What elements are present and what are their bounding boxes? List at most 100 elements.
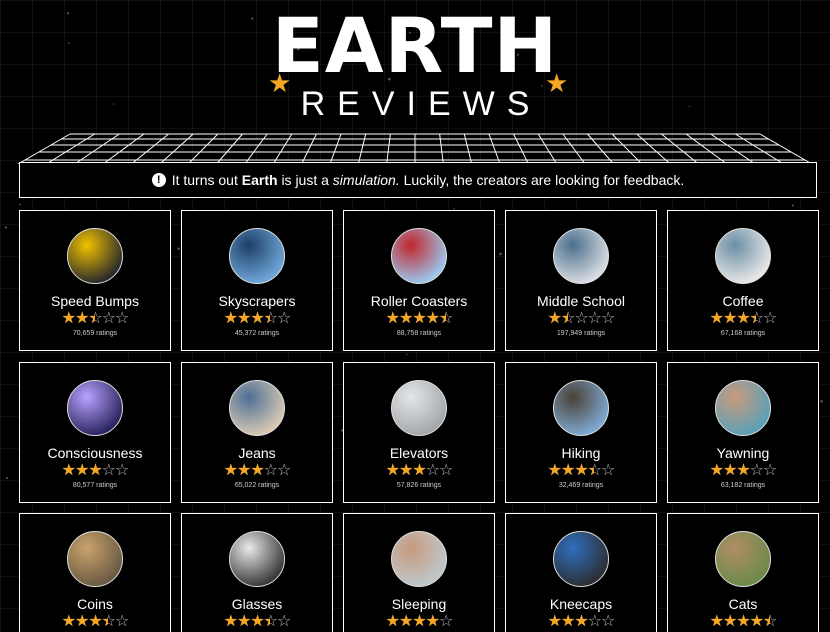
review-card[interactable]: Speed Bumps☆★☆★☆★☆☆70,659 ratings — [19, 210, 171, 351]
star-icon: ☆ — [277, 308, 291, 327]
review-card[interactable]: Hiking☆★☆★☆★☆★☆32,469 ratings — [505, 362, 657, 503]
star-icon: ☆ — [439, 460, 453, 479]
star-icon: ☆★ — [74, 460, 89, 479]
star-icon: ☆ — [601, 611, 615, 630]
perspective-grid-floor — [17, 133, 813, 164]
star-icon: ☆★ — [263, 611, 278, 630]
notice-simulation: simulation. — [332, 172, 400, 188]
star-rating: ☆★☆★☆★☆☆ — [668, 462, 818, 478]
star-icon: ☆★ — [385, 460, 400, 479]
review-card[interactable]: Skyscrapers☆★☆★☆★☆★☆45,372 ratings — [181, 210, 333, 351]
review-card[interactable]: Cats☆★☆★☆★☆★☆★ — [667, 513, 819, 632]
star-icon: ☆★ — [749, 611, 764, 630]
review-thumbnail-image — [67, 380, 123, 436]
star-rating: ☆★☆★☆★☆☆ — [20, 310, 170, 326]
review-card[interactable]: Consciousness ☆ ★ ☆ ★ ☆ ★ ☆☆ 80,577 ratings — [19, 362, 171, 503]
star-icon: ☆ — [115, 308, 129, 327]
site-subtitle: REVIEWS — [300, 85, 542, 123]
star-rating: ☆★☆★☆★☆☆ — [344, 462, 494, 478]
star-icon: ☆★ — [736, 308, 750, 327]
ratings-count: 80,577 ratings — [72, 482, 118, 489]
star-icon: ☆★ — [385, 611, 400, 630]
star-icon: ☆★ — [709, 308, 724, 327]
review-thumbnail-image — [229, 380, 285, 436]
review-card[interactable]: Kneecaps ☆ ★ ☆ ★ ☆ ★ ☆☆ — [505, 513, 657, 632]
star-icon: ☆ — [749, 460, 764, 479]
star-icon: ☆★ — [88, 308, 102, 327]
star-icon: ☆★ — [74, 308, 89, 327]
star-icon: ☆★ — [439, 308, 453, 327]
review-card[interactable]: Glasses☆★☆★☆★☆★☆ — [181, 513, 333, 632]
ratings-count: 57,826 ratings — [396, 482, 442, 489]
site-header: ★ EARTH ★ REVIEWS — [0, 0, 830, 140]
review-thumbnail-image — [391, 228, 447, 284]
star-icon: ☆ — [277, 611, 291, 630]
star-icon: ☆★ — [547, 611, 562, 630]
star-icon: ☆ — [115, 611, 129, 630]
star-icon: ☆★ — [560, 460, 575, 479]
star-icon: ☆★ — [709, 611, 724, 630]
star-icon: ☆ — [439, 611, 453, 630]
review-card[interactable]: Yawning ☆ ★ ☆ ★ ☆ ★ ☆☆ 63,182 ratings — [667, 362, 819, 503]
notice-middle: is just a — [281, 172, 329, 188]
star-icon: ☆★ — [425, 611, 440, 630]
star-icon: ☆★ — [736, 611, 750, 630]
star-icon: ☆★ — [574, 611, 588, 630]
review-card[interactable]: Coins☆★☆★☆★☆★☆ — [19, 513, 171, 632]
star-icon: ☆★ — [223, 460, 238, 479]
star-rating: ☆★☆★☆★☆★☆★ — [668, 613, 818, 629]
star-icon: ☆★ — [722, 308, 737, 327]
star-icon: ☆★ — [236, 460, 251, 479]
star-icon: ☆★ — [560, 611, 575, 630]
star-icon: ☆★ — [74, 611, 89, 630]
star-icon: ☆ — [587, 611, 602, 630]
simulation-notice: ! It turns out Earth is just a simulatio… — [19, 162, 817, 198]
star-icon: ☆★ — [223, 308, 238, 327]
review-thumbnail-image — [229, 228, 285, 284]
star-icon: ☆★ — [250, 611, 264, 630]
review-thumbnail-image — [67, 531, 123, 587]
review-thumbnail-image — [553, 531, 609, 587]
star-icon: ☆★ — [709, 460, 724, 479]
star-rating: ☆★☆★☆★☆☆ — [20, 462, 170, 478]
page: ★ EARTH ★ REVIEWS ! It turns out Earth i… — [0, 0, 830, 632]
star-icon: ☆★ — [749, 308, 764, 327]
ratings-count: 32,469 ratings — [558, 482, 604, 489]
ratings-count: 197,949 ratings — [556, 330, 606, 337]
star-icon: ☆ — [763, 308, 777, 327]
ratings-count: 63,182 ratings — [720, 482, 766, 489]
ratings-count: 67,168 ratings — [720, 330, 766, 337]
review-thumbnail-image — [229, 531, 285, 587]
star-icon: ☆★ — [574, 460, 588, 479]
review-card[interactable]: Coffee☆★☆★☆★☆★☆67,168 ratings — [667, 210, 819, 351]
star-icon: ☆★ — [88, 460, 102, 479]
star-icon: ☆★ — [547, 460, 562, 479]
star-icon: ☆★ — [587, 460, 602, 479]
ratings-count: 65,022 ratings — [234, 482, 280, 489]
star-icon: ☆ — [101, 308, 116, 327]
review-card[interactable]: Sleeping ☆ ★ ☆ ★ ☆ ★ ☆ ★ ☆ — [343, 513, 495, 632]
star-icon: ☆★ — [412, 460, 426, 479]
star-icon: ☆★ — [412, 308, 426, 327]
star-icon: ☆★ — [236, 611, 251, 630]
star-icon: ☆★ — [763, 611, 777, 630]
site-title[interactable]: EARTH — [0, 4, 830, 88]
review-card[interactable]: Middle School☆★☆★☆☆☆197,949 ratings — [505, 210, 657, 351]
review-thumbnail-image — [715, 228, 771, 284]
star-rating: ☆★☆★☆★☆★☆★ — [344, 310, 494, 326]
star-rating: ☆★☆★☆★☆★☆ — [506, 462, 656, 478]
star-icon: ☆ — [115, 460, 129, 479]
review-card[interactable]: Roller Coasters☆★☆★☆★☆★☆★88,758 ratings — [343, 210, 495, 351]
star-icon: ☆★ — [547, 308, 562, 327]
star-icon: ☆★ — [88, 611, 102, 630]
notice-prefix: It turns out — [171, 172, 238, 188]
ratings-count: 88,758 ratings — [396, 330, 442, 337]
star-rating: ☆★☆★☆★☆★☆ — [182, 613, 332, 629]
review-card[interactable]: Jeans ☆ ★ ☆ ★ ☆ ★ ☆☆ 65,022 ratings — [181, 362, 333, 503]
review-card[interactable]: Elevators ☆ ★ ☆ ★ ☆ ★ ☆☆ 57,826 ratings — [343, 362, 495, 503]
star-icon: ☆ — [574, 308, 588, 327]
star-icon: ☆★ — [250, 308, 264, 327]
star-icon: ☆ — [601, 308, 615, 327]
star-icon: ☆ — [425, 460, 440, 479]
star-icon: ☆ — [763, 460, 777, 479]
